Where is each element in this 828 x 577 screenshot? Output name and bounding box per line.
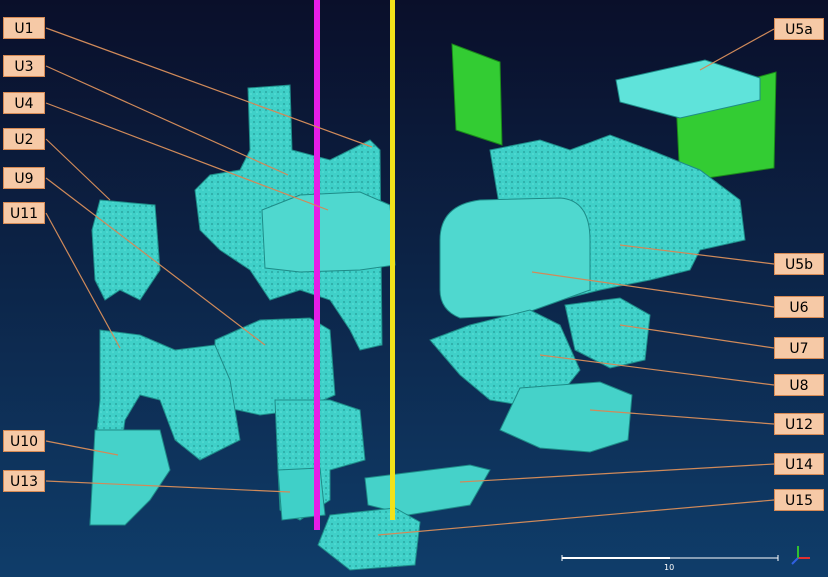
label-u1: U1	[3, 17, 45, 39]
point-cloud-viewport[interactable]: U1 U3 U4 U2 U9 U11 U10 U13 U5a U5b U6 U7…	[0, 0, 828, 577]
scale-bar	[561, 555, 779, 561]
scale-bar-label: 10	[664, 563, 675, 572]
label-u7: U7	[774, 337, 824, 359]
left-structure	[89, 84, 396, 526]
model-u7	[564, 297, 651, 369]
label-u14: U14	[774, 453, 824, 475]
label-u2: U2	[3, 128, 45, 150]
model-u14	[364, 464, 491, 516]
model-u10	[89, 429, 171, 526]
label-u5b: U5b	[774, 253, 824, 275]
label-u3: U3	[3, 55, 45, 77]
label-u13: U13	[3, 470, 45, 492]
magenta-pole	[314, 0, 320, 530]
leader-u14	[459, 463, 775, 483]
yellow-pole	[390, 0, 395, 520]
model-u4	[261, 191, 396, 273]
xyz-axis-icon	[791, 546, 810, 565]
3d-scene	[45, 0, 810, 571]
label-u11: U11	[3, 202, 45, 224]
model-u6	[439, 197, 591, 319]
label-u5a: U5a	[774, 18, 824, 40]
label-u6: U6	[774, 296, 824, 318]
label-u10: U10	[3, 430, 45, 452]
model-u15	[317, 507, 421, 571]
leader-u13	[45, 480, 291, 493]
label-u4: U4	[3, 92, 45, 114]
model-u2	[91, 199, 161, 301]
label-u15: U15	[774, 489, 824, 511]
leader-u5a	[699, 28, 775, 71]
model-u5a-left-panel	[451, 43, 503, 146]
label-u8: U8	[774, 374, 824, 396]
label-u12: U12	[774, 413, 824, 435]
right-structure	[429, 43, 777, 453]
model-u12	[499, 381, 633, 453]
label-u9: U9	[3, 167, 45, 189]
leader-u2	[45, 138, 111, 201]
